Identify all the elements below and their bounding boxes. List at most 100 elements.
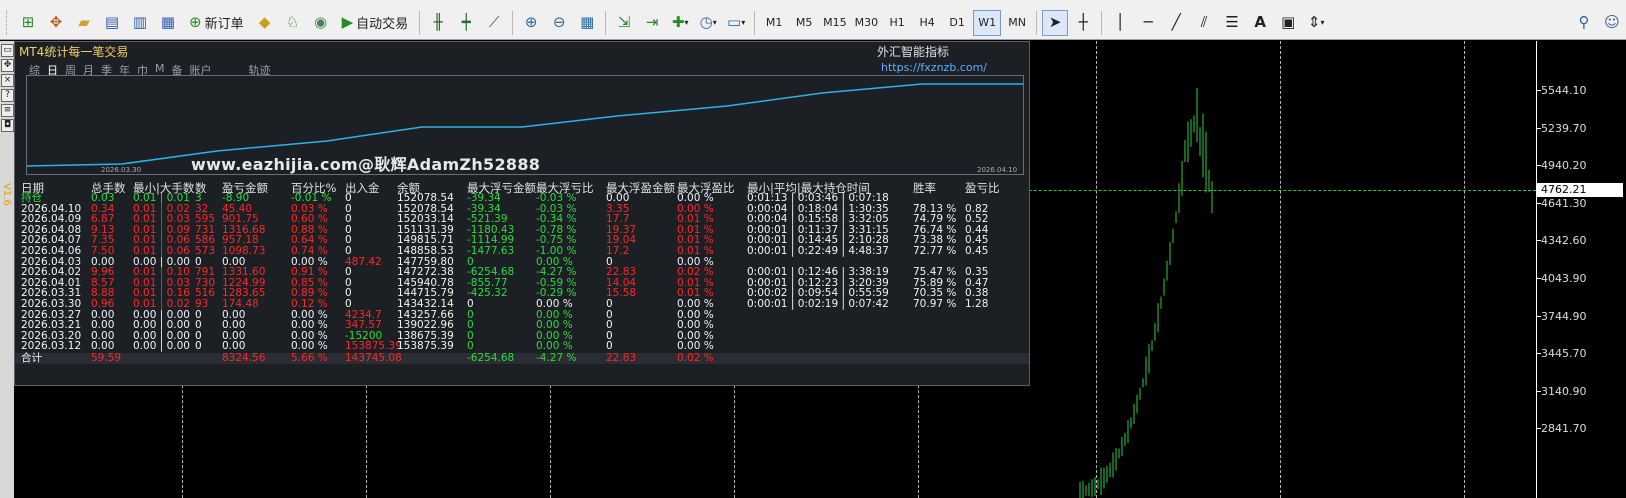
- globe-icon[interactable]: ◉: [308, 10, 334, 36]
- market-watch-icon[interactable]: ▤: [99, 10, 125, 36]
- timeframe-m5[interactable]: M5: [790, 10, 818, 36]
- cell-minmax: 0.00 | 0.00: [133, 340, 190, 353]
- price-label: 4641.30: [1541, 196, 1587, 210]
- panel-window-icon[interactable]: ▭: [1, 44, 14, 57]
- navigator-icon[interactable]: ▥: [127, 10, 153, 36]
- chart-shift-icon[interactable]: ⇥: [639, 10, 665, 36]
- text-tool-icon[interactable]: A: [1247, 10, 1273, 36]
- arrows-icon[interactable]: ⇕ ▾: [1303, 10, 1329, 36]
- timeframe-h4[interactable]: H4: [913, 10, 941, 36]
- watermark-text: www.eazhijia.com@耿辉AdamZh52888: [191, 155, 541, 174]
- cell-io: 143745.08: [345, 352, 402, 364]
- autoscroll-icon[interactable]: ⇲: [611, 10, 637, 36]
- current-price-label: 4762.21: [1537, 183, 1623, 197]
- indicators-icon[interactable]: ✚ ▾: [667, 10, 693, 36]
- cell-pct: 0.00 %: [291, 340, 328, 353]
- help-icon[interactable]: ?: [1, 89, 14, 102]
- toolbar-separator: [512, 10, 514, 35]
- total-row[interactable]: 合计 59.59 8324.56 5.66 % 143745.08 -6254.68 -4.…: [15, 353, 1029, 364]
- version-label: V1.6: [1, 183, 12, 206]
- cell-mfl: 0: [467, 340, 474, 353]
- cell-time: 0:00:01 | 0:02:19 | 0:07:42: [747, 298, 889, 310]
- cell-date: 合计: [21, 352, 42, 364]
- cell-rr: 1.28: [965, 298, 989, 310]
- text-label-icon[interactable]: ▣: [1275, 10, 1301, 36]
- timeframe-h1[interactable]: H1: [883, 10, 911, 36]
- zoom-in-icon[interactable]: ⊕: [518, 10, 544, 36]
- cell-win: 72.77 %: [913, 245, 957, 257]
- price-label: 4940.20: [1541, 159, 1587, 173]
- line-chart-icon[interactable]: ⟋: [481, 10, 507, 36]
- zoom-out-icon[interactable]: ⊖: [546, 10, 572, 36]
- settings-icon[interactable]: ◘: [1, 119, 14, 132]
- horizontal-line-icon[interactable]: ─: [1135, 10, 1161, 36]
- timeframe-d1[interactable]: D1: [943, 10, 971, 36]
- left-side-strip: ▭ ✥ × ? ≡ ◘ V1.6: [0, 41, 14, 498]
- templates-icon[interactable]: ▭ ▾: [723, 10, 749, 36]
- trendline-icon[interactable]: ╱: [1163, 10, 1189, 36]
- cell-pl: 0.00: [222, 340, 246, 353]
- trade-stats-panel: MT4统计每一笔交易 外汇智能指标 https://fxznzb.com/ 综日…: [14, 41, 1030, 386]
- cell-io: 153875.39: [345, 340, 402, 353]
- toolbar-separator: [419, 10, 421, 35]
- cursor-icon[interactable]: ➤: [1042, 9, 1069, 36]
- price-label: 5544.10: [1541, 84, 1587, 97]
- cell-lots: 59.59: [91, 352, 122, 364]
- new-chart-icon[interactable]: ⊞: [15, 10, 41, 36]
- cell-win: 70.97 %: [913, 298, 957, 310]
- price-label: 3140.90: [1541, 384, 1587, 398]
- close-icon[interactable]: ×: [1, 74, 14, 87]
- toolbar-grip[interactable]: [6, 10, 10, 35]
- cell-n: 0: [195, 340, 202, 353]
- cell-mfl: -6254.68: [467, 352, 515, 364]
- new-order-button[interactable]: ⊕ 新订单: [183, 10, 250, 36]
- timeframe-m1[interactable]: M1: [760, 10, 788, 36]
- timeframe-m30[interactable]: M30: [852, 10, 882, 36]
- price-label: 4043.90: [1541, 272, 1587, 285]
- candlestick-icon[interactable]: ┿: [453, 10, 479, 36]
- toolbar-separator: [1036, 10, 1038, 35]
- cell-pl: 8324.56: [222, 352, 266, 364]
- timeframe-m15[interactable]: M15: [820, 10, 850, 36]
- fibonacci-icon[interactable]: ☰: [1219, 10, 1245, 36]
- search-icon[interactable]: ⚲: [1571, 10, 1597, 36]
- timeframe-w1[interactable]: W1: [973, 9, 1002, 36]
- strategy-tester-icon[interactable]: ♘: [280, 10, 306, 36]
- cell-mflp: 0.00 %: [536, 340, 573, 353]
- toolbar-separator: [754, 10, 756, 35]
- terminal-icon[interactable]: ▦: [155, 10, 181, 36]
- move-icon[interactable]: ✥: [1, 59, 14, 72]
- price-label: 3744.90: [1541, 309, 1587, 323]
- main-toolbar: ⊞ ✥ ▰ ▤ ▥ ▦ ⊕ 新订单 ◆ ♘ ◉ ▶ 自动交易 ╫ ┿ ⟋ ⊕ ⊖ ▦…: [0, 6, 1626, 40]
- periods-clock-icon[interactable]: ◷ ▾: [695, 10, 721, 36]
- crosshair-icon[interactable]: ┼: [1070, 10, 1096, 36]
- profiles-icon[interactable]: ✥: [43, 10, 69, 36]
- bar-chart-icon[interactable]: ╫: [425, 10, 451, 36]
- tile-windows-icon[interactable]: ▦: [574, 10, 600, 36]
- cell-rr: 0.45: [965, 245, 989, 257]
- metaeditor-icon[interactable]: ◆: [252, 10, 278, 36]
- cell-mfp: 0: [606, 340, 613, 353]
- vertical-line-icon[interactable]: │: [1107, 10, 1133, 36]
- brand-url[interactable]: https://fxznzb.com/: [881, 61, 987, 74]
- cell-mfpp: 0.00 %: [677, 340, 714, 353]
- cell-mflp: -4.27 %: [536, 352, 577, 364]
- price-label: 2841.70: [1541, 422, 1587, 436]
- equidistant-channel-icon[interactable]: ⫽: [1191, 10, 1217, 36]
- cell-bal: 153875.39: [397, 340, 454, 353]
- panel-title: MT4统计每一笔交易: [19, 45, 129, 59]
- list-icon[interactable]: ≡: [1, 104, 14, 117]
- mini-chart-end-date: 2026.04.10: [977, 166, 1018, 174]
- folder-icon[interactable]: ▰: [71, 10, 97, 36]
- cell-time: 0:00:01 | 0:22:49 | 4:48:37: [747, 245, 889, 257]
- auto-trading-button[interactable]: ▶ 自动交易: [336, 10, 415, 36]
- new-order-label: 新订单: [204, 17, 244, 32]
- account-icon[interactable]: ☺: [1599, 10, 1625, 36]
- toolbar-separator: [605, 10, 607, 35]
- price-label: 5239.70: [1541, 121, 1587, 135]
- price-axis[interactable]: 4762.21 5544.10 5239.70 4940.20 4641.30 4342…: [1536, 41, 1626, 498]
- table-row[interactable]: 2026.03.12 0.00 0.00 | 0.00 0 0.00 0.00 % 1538…: [15, 341, 1029, 352]
- cell-mfp: 22.83: [606, 352, 637, 364]
- brand-name: 外汇智能指标: [877, 45, 950, 59]
- timeframe-mn[interactable]: MN: [1003, 10, 1031, 36]
